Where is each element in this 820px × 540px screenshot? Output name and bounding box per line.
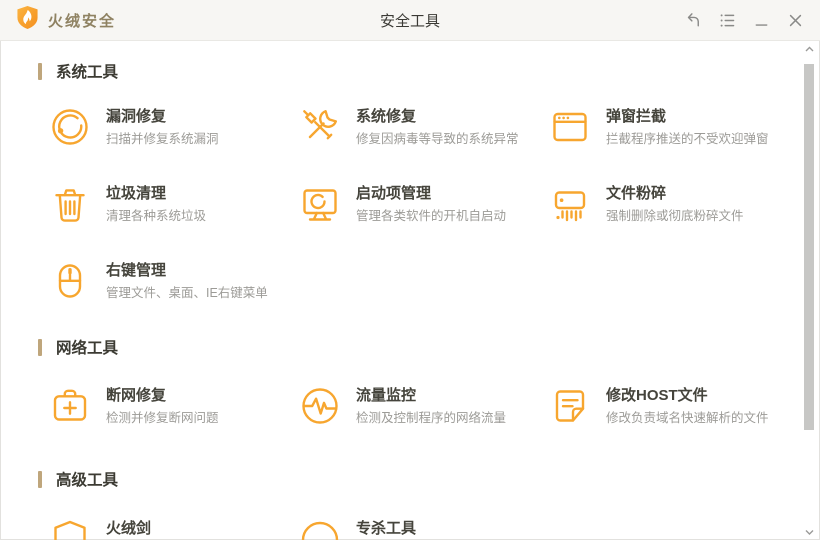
scroll-up-icon[interactable]: [803, 41, 815, 57]
tool-desc: 清理各种系统垃圾: [106, 209, 207, 223]
tool-title: 断网修复: [106, 387, 167, 404]
tool-item-system-repair[interactable]: 系统修复修复因病毒等导致的系统异常: [298, 105, 519, 149]
close-icon: [786, 11, 805, 30]
huorong-sword-icon: [48, 517, 92, 540]
scrollbar-thumb[interactable]: [804, 64, 814, 430]
tool-text: 断网修复检测并修复断网问题: [106, 384, 219, 428]
popup-blocker-icon: [548, 105, 592, 149]
back-button[interactable]: [680, 7, 706, 33]
scroll-down-icon[interactable]: [803, 524, 815, 540]
tool-title: 修改HOST文件: [606, 387, 708, 404]
tool-text: 流量监控检测及控制程序的网络流量: [356, 384, 506, 428]
app-logo: 火绒安全: [16, 5, 116, 35]
scrollbar[interactable]: [803, 41, 815, 540]
window-controls: [680, 7, 808, 33]
tool-item-huorong-sword[interactable]: 火绒剑: [48, 517, 151, 540]
tool-title: 文件粉碎: [606, 185, 667, 202]
tool-title: 垃圾清理: [106, 185, 167, 202]
tool-item-junk-clean[interactable]: 垃圾清理清理各种系统垃圾: [48, 182, 206, 226]
tool-desc: 强制删除或彻底粉碎文件: [606, 209, 744, 223]
traffic-monitor-icon: [298, 384, 342, 428]
tool-item-popup-blocker[interactable]: 弹窗拦截拦截程序推送的不受欢迎弹窗: [548, 105, 769, 149]
section-title: 高级工具: [56, 472, 119, 489]
back-icon: [684, 11, 703, 30]
startup-manager-icon: [298, 182, 342, 226]
section-accent-bar: [38, 62, 42, 80]
tool-item-file-shredder[interactable]: 文件粉碎强制删除或彻底粉碎文件: [548, 182, 744, 226]
network-repair-icon: [48, 384, 92, 428]
menu-list-icon: [718, 11, 737, 30]
section-title: 网络工具: [56, 340, 119, 357]
tool-item-host-file-editor[interactable]: 修改HOST文件修改负责域名快速解析的文件: [548, 384, 769, 428]
tools-grid: 火绒剑 专杀工具: [0, 517, 800, 540]
tool-text: 专杀工具: [356, 517, 416, 540]
tool-item-network-repair[interactable]: 断网修复检测并修复断网问题: [48, 384, 219, 428]
section-accent-bar: [38, 470, 42, 488]
section-accent-bar: [38, 338, 42, 356]
huorong-shield-flame-icon: [16, 5, 39, 35]
section-header: 高级工具: [38, 469, 800, 489]
tool-desc: 修复因病毒等导致的系统异常: [356, 132, 519, 146]
tool-item-vulnerability-fix[interactable]: 漏洞修复扫描并修复系统漏洞: [48, 105, 219, 149]
tool-text: 修改HOST文件修改负责域名快速解析的文件: [606, 384, 769, 428]
special-kill-tools-icon: [298, 517, 342, 540]
minimize-icon: [752, 11, 771, 30]
tool-text: 文件粉碎强制删除或彻底粉碎文件: [606, 182, 744, 226]
app-name: 火绒安全: [48, 12, 117, 30]
tool-item-context-menu-manager[interactable]: 右键管理管理文件、桌面、IE右键菜单: [48, 259, 268, 303]
section-title: 系统工具: [56, 64, 119, 81]
tool-section: 网络工具断网修复检测并修复断网问题 流量监控检测及控制程序的网络流量 修改HOST文…: [0, 337, 800, 428]
tool-title: 专杀工具: [356, 520, 417, 537]
section-header: 系统工具: [38, 61, 800, 81]
tool-desc: 扫描并修复系统漏洞: [106, 132, 219, 146]
tool-title: 启动项管理: [356, 185, 432, 202]
host-file-editor-icon: [548, 384, 592, 428]
tool-desc: 拦截程序推送的不受欢迎弹窗: [606, 132, 769, 146]
tool-title: 流量监控: [356, 387, 417, 404]
scrollbar-track[interactable]: [803, 57, 815, 524]
minimize-button[interactable]: [748, 7, 774, 33]
tool-desc: 检测及控制程序的网络流量: [356, 411, 507, 425]
tool-text: 系统修复修复因病毒等导致的系统异常: [356, 105, 519, 149]
tool-text: 弹窗拦截拦截程序推送的不受欢迎弹窗: [606, 105, 769, 149]
tool-section: 系统工具漏洞修复扫描并修复系统漏洞 系统修复修复因病毒等导致的系统异常 弹窗拦截拦截…: [0, 61, 800, 303]
tool-text: 启动项管理管理各类软件的开机自启动: [356, 182, 506, 226]
tool-desc: 修改负责域名快速解析的文件: [606, 411, 769, 425]
junk-clean-icon: [48, 182, 92, 226]
tool-item-traffic-monitor[interactable]: 流量监控检测及控制程序的网络流量: [298, 384, 506, 428]
system-repair-icon: [298, 105, 342, 149]
tool-text: 垃圾清理清理各种系统垃圾: [106, 182, 206, 226]
vulnerability-fix-icon: [48, 105, 92, 149]
tool-text: 右键管理管理文件、桌面、IE右键菜单: [106, 259, 268, 303]
tool-title: 漏洞修复: [106, 108, 167, 125]
tool-desc: 检测并修复断网问题: [106, 411, 219, 425]
tool-desc: 管理各类软件的开机自启动: [356, 209, 507, 223]
tools-panel: 系统工具漏洞修复扫描并修复系统漏洞 系统修复修复因病毒等导致的系统异常 弹窗拦截拦截…: [0, 41, 800, 540]
tool-text: 漏洞修复扫描并修复系统漏洞: [106, 105, 219, 149]
context-menu-manager-icon: [48, 259, 92, 303]
tool-title: 弹窗拦截: [606, 108, 667, 125]
menu-button[interactable]: [714, 7, 740, 33]
tools-grid: 断网修复检测并修复断网问题 流量监控检测及控制程序的网络流量 修改HOST文件修改负…: [0, 384, 800, 428]
titlebar: 火绒安全 安全工具: [0, 0, 820, 41]
window-title: 安全工具: [379, 12, 441, 30]
section-header: 网络工具: [38, 337, 800, 357]
file-shredder-icon: [548, 182, 592, 226]
tool-title: 火绒剑: [106, 520, 152, 537]
tool-item-special-kill-tools[interactable]: 专杀工具: [298, 517, 416, 540]
tool-section: 高级工具火绒剑 专杀工具: [0, 469, 800, 540]
tools-grid: 漏洞修复扫描并修复系统漏洞 系统修复修复因病毒等导致的系统异常 弹窗拦截拦截程序推送…: [0, 105, 800, 303]
tool-desc: 管理文件、桌面、IE右键菜单: [106, 286, 268, 300]
close-button[interactable]: [782, 7, 808, 33]
tool-text: 火绒剑: [106, 517, 151, 540]
tool-title: 系统修复: [356, 108, 417, 125]
tool-title: 右键管理: [106, 262, 167, 279]
tool-item-startup-manager[interactable]: 启动项管理管理各类软件的开机自启动: [298, 182, 506, 226]
